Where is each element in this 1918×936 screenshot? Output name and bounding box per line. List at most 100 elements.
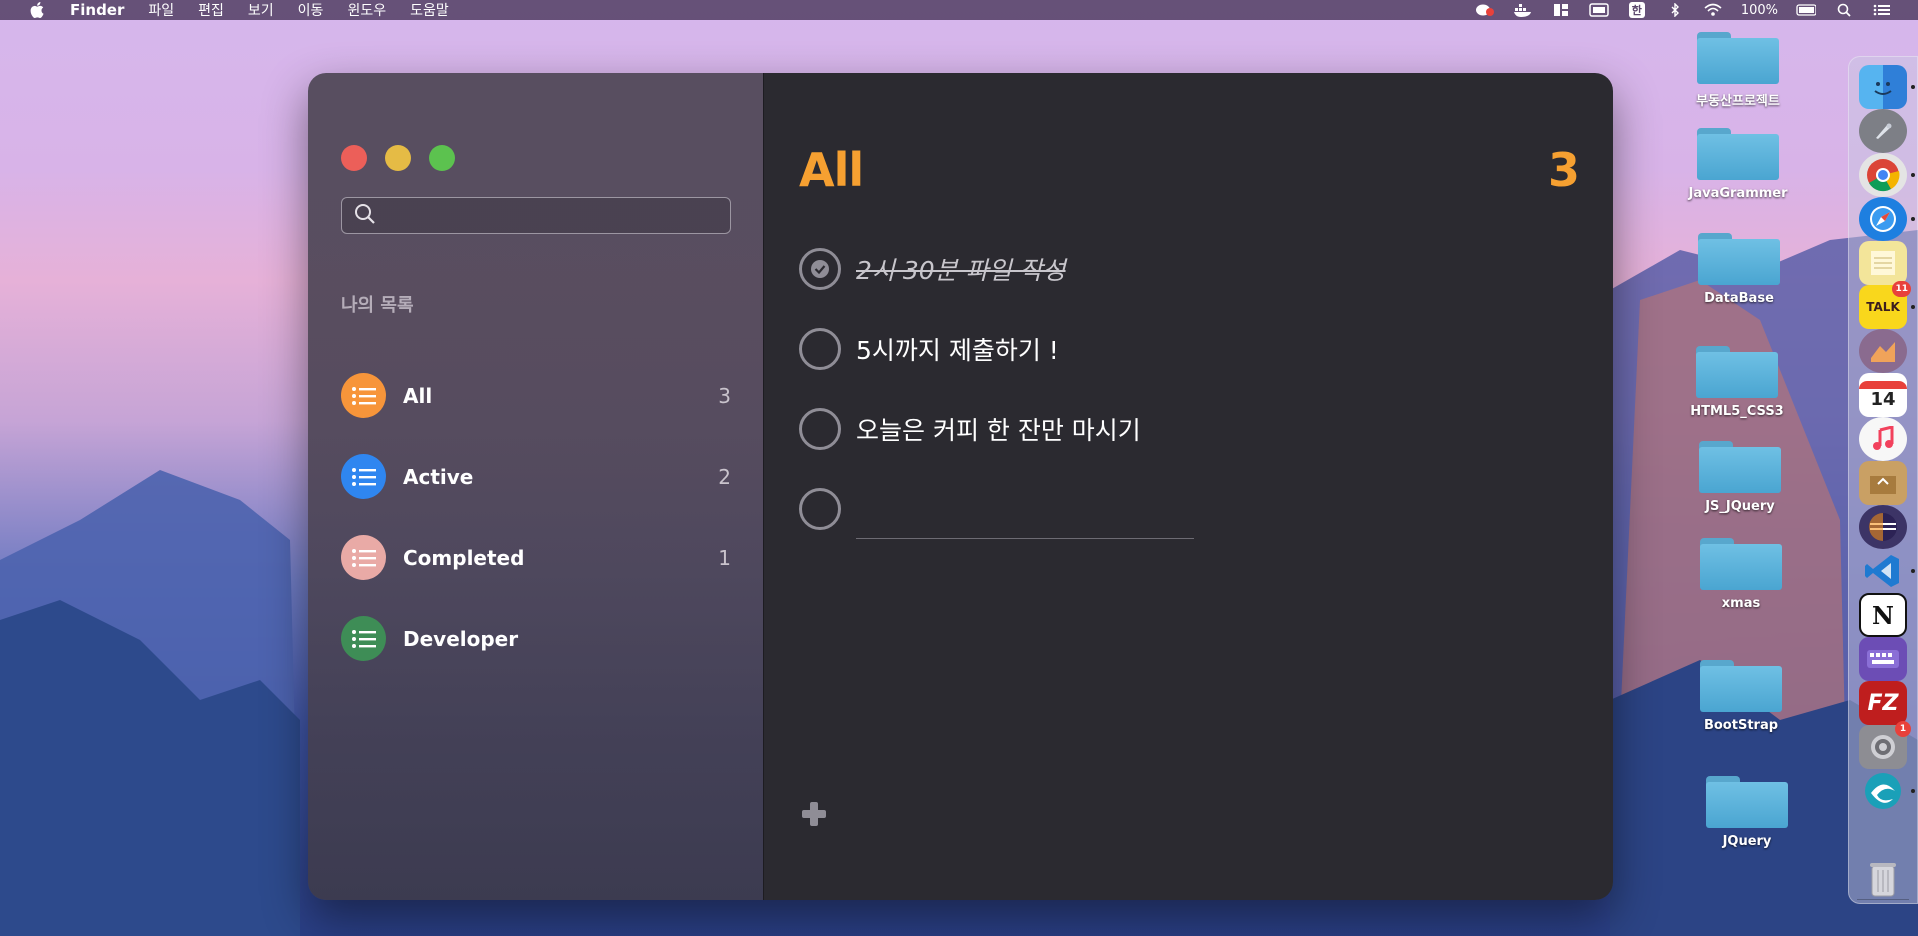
todo-checkbox[interactable] xyxy=(799,408,841,450)
desktop-folder[interactable]: JQuery xyxy=(1682,776,1812,849)
kakaotalk-icon[interactable]: TALK 11 xyxy=(1859,281,1915,329)
menu-go[interactable]: 이동 xyxy=(298,0,324,20)
folder-label: JavaGrammer xyxy=(1688,186,1788,201)
desktop-folder[interactable]: JavaGrammer xyxy=(1673,128,1803,201)
todo-checkbox[interactable] xyxy=(799,328,841,370)
plus-icon xyxy=(802,802,826,826)
folder-icon xyxy=(1699,441,1781,493)
menu-help[interactable]: 도움말 xyxy=(410,0,449,20)
folder-icon xyxy=(1698,233,1780,285)
desktop-folder[interactable]: xmas xyxy=(1676,538,1806,611)
menu-window[interactable]: 윈도우 xyxy=(347,0,386,20)
notification-badge: 11 xyxy=(1892,281,1911,297)
filezilla-icon[interactable]: FZ xyxy=(1859,681,1907,725)
desktop-folder[interactable]: DataBase xyxy=(1674,233,1804,306)
dock-app-label: FZ xyxy=(1867,690,1899,716)
folder-label: HTML5_CSS3 xyxy=(1690,404,1784,419)
folder-label: DataBase xyxy=(1704,291,1774,306)
list-item-developer[interactable]: Developer xyxy=(341,598,731,679)
zoom-window-button[interactable] xyxy=(429,145,455,171)
new-todo-input[interactable] xyxy=(856,499,1194,539)
list-name: Developer xyxy=(403,626,519,651)
menu-app-name[interactable]: Finder xyxy=(70,1,124,19)
folder-icon xyxy=(1706,776,1788,828)
edge-app-icon[interactable] xyxy=(1859,769,1915,813)
folder-icon xyxy=(1697,32,1779,84)
folder-label: 부동산프로젝트 xyxy=(1696,94,1780,109)
input-method-indicator[interactable]: 한 xyxy=(1627,2,1647,18)
keyboard-app-icon[interactable] xyxy=(1859,637,1907,681)
launchpad-icon[interactable] xyxy=(1859,109,1907,153)
menu-edit[interactable]: 편집 xyxy=(198,0,224,20)
wifi-icon[interactable] xyxy=(1703,3,1723,17)
my-lists-heading: 나의 목록 xyxy=(341,295,414,316)
notification-center-icon[interactable] xyxy=(1872,3,1892,17)
apple-menu-icon[interactable] xyxy=(28,1,46,19)
window-controls xyxy=(341,145,455,171)
list-icon xyxy=(341,373,386,418)
search-input[interactable] xyxy=(386,206,716,225)
todo-text[interactable]: 5시까지 제출하기 ! xyxy=(856,331,1059,367)
notes-icon[interactable] xyxy=(1859,241,1907,285)
safari-icon[interactable] xyxy=(1859,197,1915,241)
list-title: All xyxy=(799,143,864,197)
list-item-active[interactable]: Active 2 xyxy=(341,436,731,517)
list-name: Active xyxy=(403,464,474,489)
search-icon xyxy=(354,203,376,229)
add-todo-button[interactable] xyxy=(799,799,829,829)
calendar-icon[interactable]: 14 xyxy=(1859,373,1907,417)
macos-installer-icon[interactable] xyxy=(1859,329,1907,373)
notion-icon[interactable]: N xyxy=(1859,593,1907,637)
list-collection: All 3 Active 2 Completed 1 Developer xyxy=(341,355,731,679)
spotlight-search-icon[interactable] xyxy=(1834,3,1854,17)
dock-app-label: TALK xyxy=(1866,300,1900,314)
vscode-icon[interactable] xyxy=(1859,549,1915,593)
list-icon xyxy=(341,616,386,661)
desktop-folder[interactable]: HTML5_CSS3 xyxy=(1672,346,1802,419)
list-item-completed[interactable]: Completed 1 xyxy=(341,517,731,598)
battery-icon[interactable] xyxy=(1796,3,1816,17)
desktop-folder[interactable]: BootStrap xyxy=(1676,660,1806,733)
desktop-folder[interactable]: JS_JQuery xyxy=(1675,441,1805,514)
list-icon xyxy=(341,535,386,580)
todo-text[interactable]: 2시 30분 파일 작성 xyxy=(856,251,1066,287)
eclipse-icon[interactable] xyxy=(1859,505,1907,549)
list-name: Completed xyxy=(403,545,525,570)
folder-icon xyxy=(1697,128,1779,180)
menu-file[interactable]: 파일 xyxy=(148,0,174,20)
archive-utility-icon[interactable] xyxy=(1859,461,1907,505)
folder-label: BootStrap xyxy=(1703,718,1779,733)
display-icon[interactable] xyxy=(1589,3,1609,17)
trash-icon[interactable] xyxy=(1859,857,1907,901)
folder-icon xyxy=(1700,660,1782,712)
list-count: 1 xyxy=(718,545,731,570)
todo-item: 5시까지 제출하기 ! xyxy=(799,309,1499,389)
dock: TALK 11 14 N FZ 1 xyxy=(1848,56,1918,904)
list-total-count: 3 xyxy=(1547,143,1580,197)
music-icon[interactable] xyxy=(1859,417,1907,461)
finder-icon[interactable] xyxy=(1859,65,1915,109)
dock-app-label: N xyxy=(1872,600,1894,630)
list-count: 2 xyxy=(718,464,731,489)
messenger-status-icon[interactable] xyxy=(1475,3,1495,17)
folder-icon xyxy=(1700,538,1782,590)
docker-icon[interactable] xyxy=(1513,3,1533,17)
chrome-icon[interactable] xyxy=(1859,153,1915,197)
todo-item: 2시 30분 파일 작성 xyxy=(799,229,1499,309)
todo-text[interactable]: 오늘은 커피 한 잔만 마시기 xyxy=(856,411,1141,447)
list-item-all[interactable]: All 3 xyxy=(341,355,731,436)
menu-view[interactable]: 보기 xyxy=(248,0,274,20)
desktop-folder[interactable]: 부동산프로젝트 xyxy=(1673,32,1803,109)
battery-percent: 100% xyxy=(1740,2,1778,18)
list-icon xyxy=(341,454,386,499)
todo-checkbox[interactable] xyxy=(799,488,841,530)
close-window-button[interactable] xyxy=(341,145,367,171)
todo-item: 오늘은 커피 한 잔만 마시기 xyxy=(799,389,1499,469)
folder-label: JQuery xyxy=(1722,834,1772,849)
list-count: 3 xyxy=(718,383,731,408)
window-layout-icon[interactable] xyxy=(1551,3,1571,17)
bluetooth-icon[interactable] xyxy=(1665,3,1685,17)
system-preferences-icon[interactable]: 1 xyxy=(1859,721,1911,769)
minimize-window-button[interactable] xyxy=(385,145,411,171)
todo-checkbox-checked[interactable] xyxy=(799,248,841,290)
